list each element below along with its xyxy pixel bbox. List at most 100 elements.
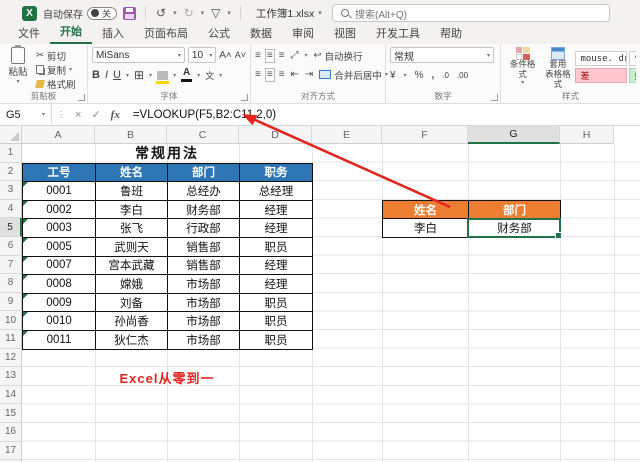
- row-header-3[interactable]: 3: [0, 181, 22, 200]
- column-header-D[interactable]: D: [239, 126, 312, 144]
- tab-公式[interactable]: 公式: [198, 23, 240, 44]
- table-cell[interactable]: 销售部: [168, 237, 240, 257]
- font-color-caret-icon[interactable]: ▾: [197, 72, 200, 79]
- underline-caret-icon[interactable]: ▾: [126, 72, 129, 79]
- table-cell[interactable]: 经理: [240, 219, 313, 238]
- row-header-16[interactable]: 16: [0, 423, 22, 442]
- tab-插入[interactable]: 插入: [92, 23, 134, 44]
- table-cell[interactable]: 职员: [240, 312, 313, 331]
- decrease-decimal-icon[interactable]: .00: [457, 71, 468, 80]
- cell-style-tile[interactable]: 好: [629, 68, 636, 83]
- table-cell[interactable]: 狄仁杰: [96, 330, 168, 350]
- table-cell[interactable]: 李白: [383, 219, 469, 238]
- table-cell[interactable]: 0008: [23, 275, 96, 294]
- formula-input[interactable]: =VLOOKUP(F5,B2:C11,2,0): [133, 109, 276, 121]
- insert-function-icon[interactable]: fx: [106, 109, 125, 121]
- table-cell[interactable]: 刘备: [96, 293, 168, 313]
- row-header-14[interactable]: 14: [0, 385, 22, 405]
- merge-center-button[interactable]: 合并后居中 ▾: [319, 68, 388, 82]
- column-header-H[interactable]: H: [560, 126, 614, 144]
- redo-icon[interactable]: ↻: [183, 7, 195, 19]
- table-cell[interactable]: 职员: [240, 237, 313, 257]
- table-cell[interactable]: 销售部: [168, 256, 240, 276]
- font-name-select[interactable]: MiSans ▾: [92, 47, 185, 63]
- borders-caret-icon[interactable]: ▾: [149, 72, 152, 79]
- filter-caret-icon[interactable]: ▾: [227, 9, 231, 17]
- enter-icon[interactable]: ✓: [86, 108, 105, 121]
- bold-button[interactable]: B: [92, 69, 100, 81]
- align-center-icon[interactable]: ≡: [264, 67, 275, 82]
- redo-caret-icon[interactable]: ▾: [201, 9, 205, 17]
- tab-开始[interactable]: 开始: [50, 21, 92, 44]
- table-header-cell[interactable]: 姓名: [96, 163, 168, 183]
- row-header-1[interactable]: 1: [0, 144, 22, 163]
- table-cell[interactable]: 市场部: [168, 293, 240, 313]
- row-header-7[interactable]: 7: [0, 255, 22, 275]
- row-header-13[interactable]: 13: [0, 367, 22, 386]
- save-icon[interactable]: [123, 6, 136, 20]
- align-right-icon[interactable]: ≡: [279, 69, 285, 80]
- row-header-9[interactable]: 9: [0, 292, 22, 312]
- wrap-text-button[interactable]: ↩ 自动换行: [314, 49, 363, 63]
- paste-button[interactable]: 粘贴 ▾: [4, 45, 32, 90]
- table-cell[interactable]: 0011: [23, 330, 96, 350]
- shrink-font-button[interactable]: A˅: [235, 50, 246, 60]
- worksheet[interactable]: ABCDEFGH 123456789101112131415161718 常规用…: [0, 126, 640, 462]
- table-cell[interactable]: 嫦娥: [96, 275, 168, 294]
- italic-button[interactable]: I: [105, 69, 108, 81]
- underline-button[interactable]: U: [113, 69, 121, 81]
- copy-button[interactable]: 复制 ▾: [36, 63, 76, 77]
- table-cell[interactable]: 经理: [240, 256, 313, 276]
- table-cell[interactable]: 鲁班: [96, 182, 168, 201]
- column-header-G[interactable]: G: [468, 126, 560, 144]
- workbook-title[interactable]: 工作簿1.xlsx ▾: [256, 6, 322, 21]
- increase-decimal-icon[interactable]: .0: [442, 71, 449, 80]
- row-header-5[interactable]: 5: [0, 218, 22, 237]
- row-header-12[interactable]: 12: [0, 348, 22, 368]
- percent-style-icon[interactable]: %: [415, 70, 424, 81]
- table-cell[interactable]: 武则天: [96, 237, 168, 257]
- table-cell[interactable]: 0002: [23, 200, 96, 220]
- column-header-E[interactable]: E: [312, 126, 382, 144]
- align-bottom-icon[interactable]: ≡: [279, 50, 285, 61]
- autosave-switch[interactable]: 关: [87, 6, 117, 20]
- table-cell[interactable]: 市场部: [168, 330, 240, 350]
- table-cell[interactable]: 经理: [240, 275, 313, 294]
- font-size-select[interactable]: 10 ▾: [187, 47, 217, 63]
- orientation-caret-icon[interactable]: ▾: [305, 52, 308, 59]
- column-header-F[interactable]: F: [382, 126, 468, 144]
- table-cell[interactable]: 0007: [23, 256, 96, 276]
- undo-icon[interactable]: ↺: [155, 7, 167, 19]
- tab-数据[interactable]: 数据: [240, 23, 282, 44]
- table-cell[interactable]: 职员: [240, 330, 313, 350]
- selected-cell-G5[interactable]: [467, 218, 562, 239]
- tab-文件[interactable]: 文件: [8, 23, 50, 44]
- align-top-icon[interactable]: ≡: [255, 50, 261, 61]
- fill-caret-icon[interactable]: ▾: [173, 72, 176, 79]
- table-header-cell[interactable]: 职务: [240, 163, 313, 183]
- table-cell[interactable]: 宫本武藏: [96, 256, 168, 276]
- filter-icon[interactable]: ▽: [210, 7, 221, 19]
- table-cell[interactable]: 0003: [23, 219, 96, 238]
- autosave-toggle[interactable]: 自动保存 关: [43, 6, 117, 21]
- select-all-corner[interactable]: [0, 126, 22, 144]
- table-cell[interactable]: 经理: [240, 200, 313, 220]
- fill-color-button[interactable]: [156, 70, 170, 84]
- cell-style-tile[interactable]: mouse. dr...: [575, 51, 628, 66]
- grow-font-button[interactable]: A˄: [219, 50, 232, 61]
- table-header-cell[interactable]: 工号: [23, 163, 96, 183]
- cell-style-tile[interactable]: 常: [629, 51, 636, 66]
- table-cell[interactable]: 0009: [23, 293, 96, 313]
- table-cell[interactable]: 市场部: [168, 312, 240, 331]
- phonetic-button[interactable]: 文: [205, 69, 214, 82]
- tab-开发工具[interactable]: 开发工具: [366, 23, 430, 44]
- tab-审阅[interactable]: 审阅: [282, 23, 324, 44]
- table-header-cell[interactable]: 姓名: [383, 200, 469, 220]
- clipboard-dialog-launcher[interactable]: [78, 94, 85, 101]
- phonetic-caret-icon[interactable]: ▾: [219, 72, 222, 79]
- cut-button[interactable]: ✂ 剪切: [36, 49, 76, 63]
- table-header-cell[interactable]: 部门: [469, 200, 561, 220]
- row-header-11[interactable]: 11: [0, 330, 22, 349]
- row-header-2[interactable]: 2: [0, 162, 22, 182]
- font-dialog-launcher[interactable]: [241, 94, 248, 101]
